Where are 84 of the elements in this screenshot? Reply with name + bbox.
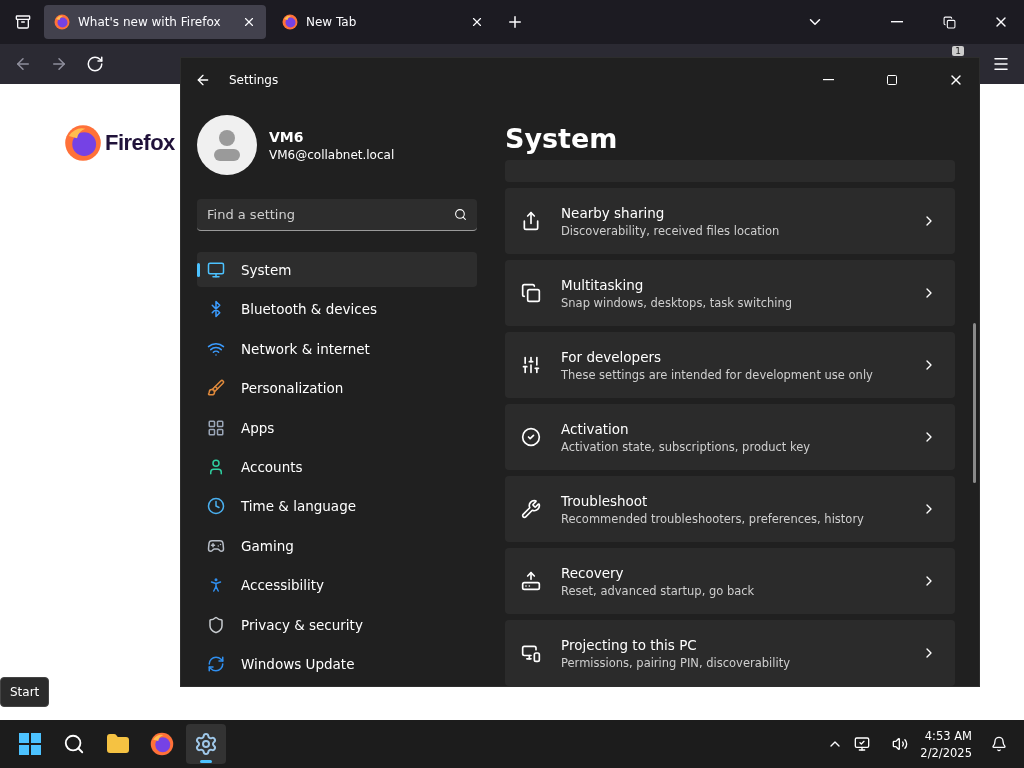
nav-item[interactable]: Windows Update <box>197 646 477 682</box>
nav-item[interactable]: Apps <box>197 409 477 446</box>
nav-item[interactable]: Accessibility <box>197 567 477 604</box>
arrow-right-icon <box>50 55 68 73</box>
card-title: Nearby sharing <box>561 204 666 221</box>
check-circle-icon <box>521 427 541 447</box>
maximize-icon <box>886 73 898 86</box>
settings-card[interactable]: Multitasking Snap windows, desktops, task switching <box>505 260 955 326</box>
brush-icon <box>207 379 225 398</box>
clock-time[interactable]: 4:53 AM <box>924 728 972 743</box>
minimize-icon <box>822 78 834 81</box>
card-description: Reset, advanced startup, go back <box>561 583 756 598</box>
restore-icon <box>942 15 956 29</box>
clock-icon <box>207 497 225 516</box>
windows-logo-icon <box>19 733 41 755</box>
close-icon[interactable] <box>470 15 484 29</box>
minimize-icon <box>891 21 903 23</box>
clock-date[interactable]: 2/2/2025 <box>920 745 972 760</box>
notification-badge: 1 <box>952 46 964 56</box>
menu-icon <box>992 55 1010 73</box>
volume-icon[interactable] <box>892 736 909 752</box>
wrench-icon <box>521 499 541 519</box>
user-icon <box>207 458 225 476</box>
card-title: For developers <box>561 348 663 365</box>
window-title: Settings <box>229 72 280 87</box>
firefox-icon <box>282 14 298 30</box>
settings-card[interactable]: Projecting to this PC Permissions, pairing PIN, discoverability <box>505 620 955 686</box>
search-field[interactable]: Find a setting <box>197 199 477 231</box>
settings-card[interactable]: Recovery Reset, advanced startup, go back <box>505 548 955 614</box>
share-icon <box>521 211 541 231</box>
nav-item[interactable]: Time & language <box>197 488 477 525</box>
projector-icon <box>521 643 541 663</box>
card-description: Discoverability, received files location <box>561 223 781 238</box>
windows-icon <box>521 283 541 303</box>
firefox-logo-icon <box>64 124 102 162</box>
search-icon <box>63 733 85 755</box>
nav-item[interactable]: Accounts <box>197 449 477 485</box>
card-description: Activation state, subscriptions, product key <box>561 439 812 454</box>
browser-tab[interactable]: What's new with Firefox <box>44 5 266 39</box>
browser-tab[interactable]: New Tab <box>272 5 494 39</box>
search-icon <box>454 208 467 221</box>
settings-card[interactable]: Nearby sharing Discoverability, received files location <box>505 188 955 254</box>
nav-item[interactable]: System <box>197 252 477 288</box>
settings-app-button[interactable] <box>186 724 226 764</box>
firefox-icon <box>150 732 174 756</box>
tooltip: Start <box>0 677 50 707</box>
card-title: Multitasking <box>561 276 645 293</box>
firefox-icon <box>54 14 70 30</box>
nav-item[interactable]: Bluetooth & devices <box>197 291 477 327</box>
refresh-icon <box>207 655 225 674</box>
settings-card[interactable]: Troubleshoot Recommended troubleshooters, preferences, history <box>505 476 955 542</box>
folder-icon <box>106 732 130 756</box>
scrollbar[interactable] <box>973 323 976 483</box>
network-icon[interactable] <box>854 736 871 752</box>
grid-icon <box>207 418 225 437</box>
plus-icon <box>506 13 524 31</box>
settings-card[interactable]: Activation Activation state, subscriptions, product key <box>505 404 955 470</box>
shield-icon <box>207 615 225 634</box>
settings-card[interactable]: For developers These settings are intended for development use only <box>505 332 955 398</box>
user-email: VM6@collabnet.local <box>269 147 395 162</box>
bell-icon <box>991 736 1007 752</box>
card-description: Permissions, pairing PIN, discoverability <box>561 655 791 670</box>
recovery-icon <box>521 571 541 591</box>
card-title: Activation <box>561 420 630 437</box>
nav-item[interactable]: Privacy & security <box>197 607 477 643</box>
card-description: Snap windows, desktops, task switching <box>561 295 794 310</box>
user-name: VM6 <box>269 128 305 145</box>
nav-item[interactable]: Network & internet <box>197 330 477 367</box>
close-icon[interactable] <box>242 15 256 29</box>
card-title: Projecting to this PC <box>561 636 698 653</box>
card-description: These settings are intended for development use only <box>561 367 874 382</box>
page-heading: System <box>505 122 619 156</box>
gear-icon <box>194 732 218 756</box>
avatar <box>197 115 257 175</box>
reload-icon <box>86 55 104 73</box>
monitor-icon <box>207 260 225 279</box>
tools-icon <box>521 355 541 375</box>
tray-icon <box>15 14 31 30</box>
firefox-wordmark: Firefox <box>105 130 175 156</box>
card-title: Recovery <box>561 564 625 581</box>
nav-item[interactable]: Gaming <box>197 528 477 564</box>
nav-item[interactable]: Personalization <box>197 370 477 406</box>
card-title: Troubleshoot <box>561 492 649 509</box>
card-description: Recommended troubleshooters, preferences, history <box>561 511 865 526</box>
